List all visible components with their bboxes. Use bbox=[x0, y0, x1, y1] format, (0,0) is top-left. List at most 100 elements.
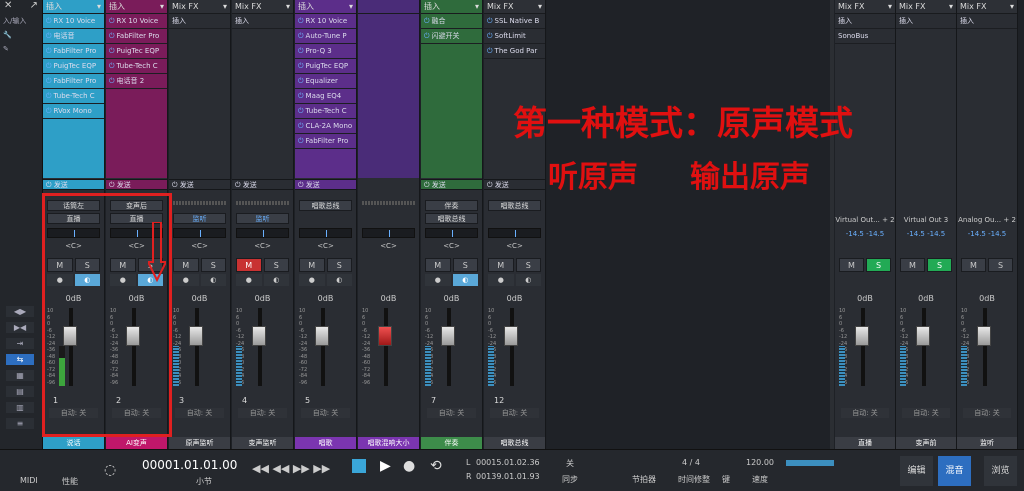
insert-slot[interactable]: 插入 bbox=[232, 14, 293, 29]
automation-button[interactable]: 自动: 关 bbox=[175, 408, 224, 418]
power-icon[interactable]: ⏻ bbox=[298, 122, 304, 131]
send-row[interactable]: ⏻ 发送 bbox=[106, 179, 167, 190]
channel-header[interactable]: 插入 ▾ bbox=[421, 0, 482, 14]
automation-button[interactable]: 自动: 关 bbox=[490, 408, 539, 418]
expand-icon[interactable]: ◀▶ bbox=[6, 306, 34, 317]
insert-slot[interactable]: ⏻ PuigTec EQP bbox=[295, 59, 356, 74]
pin-icon[interactable]: ↗ bbox=[30, 0, 38, 14]
power-icon[interactable]: ⏻ bbox=[46, 32, 52, 41]
power-icon[interactable]: ⏻ bbox=[46, 92, 52, 101]
fader[interactable]: 1060-6-12-24-36-48-60-72-84-96 bbox=[900, 308, 952, 386]
output-trim[interactable]: -14.5 -14.5 bbox=[835, 230, 895, 238]
channel-header[interactable]: 插入 ▾ bbox=[106, 0, 167, 14]
output-device[interactable]: Virtual Out... + 2 bbox=[835, 216, 895, 224]
power-icon[interactable]: ⏻ bbox=[487, 32, 493, 41]
insert-slot[interactable]: ⏻ FabFilter Pro bbox=[43, 74, 104, 89]
channel-name[interactable]: 唱歌混响大小 bbox=[358, 437, 419, 449]
chevron-down-icon[interactable]: ▾ bbox=[97, 2, 101, 11]
volume-readout[interactable]: 0dB bbox=[295, 294, 356, 303]
output-device[interactable]: Analog Ou... + 2 bbox=[957, 216, 1017, 224]
edit-tab[interactable]: 编辑 bbox=[900, 456, 933, 486]
send-row[interactable]: ⏻ 发送 bbox=[169, 179, 230, 190]
insert-slot[interactable]: ⏻ Tube-Tech C bbox=[106, 59, 167, 74]
insert-slot[interactable]: ⏻ RX 10 Voice bbox=[106, 14, 167, 29]
solo-button[interactable]: S bbox=[866, 258, 891, 272]
power-icon[interactable]: ⏻ bbox=[298, 107, 304, 116]
mute-button[interactable]: M bbox=[839, 258, 864, 272]
insert-slot[interactable]: 插入 bbox=[957, 14, 1017, 29]
insert-slot[interactable]: ⏻ Tube-Tech C bbox=[295, 104, 356, 119]
loop-icon[interactable]: ⟲ bbox=[430, 458, 442, 474]
insert-slot[interactable]: ⏻ The God Par bbox=[484, 44, 545, 59]
send-row[interactable]: ⏻ 发送 bbox=[484, 179, 545, 190]
power-icon[interactable]: ⏻ bbox=[298, 137, 304, 146]
chevron-down-icon[interactable]: ▾ bbox=[475, 2, 479, 11]
close-icon[interactable]: ✕ bbox=[4, 0, 12, 14]
record-arm-icon[interactable]: ● bbox=[425, 274, 451, 286]
pan-knob[interactable] bbox=[488, 228, 541, 238]
solo-button[interactable]: S bbox=[452, 258, 478, 272]
record-button[interactable]: ● bbox=[403, 458, 415, 474]
volume-readout[interactable]: 0dB bbox=[835, 294, 895, 303]
volume-readout[interactable]: 0dB bbox=[957, 294, 1017, 303]
insert-slot[interactable]: 插入 bbox=[835, 14, 895, 29]
fader[interactable]: 1060-6-12-24-36-48-60-72-84-96 bbox=[488, 308, 541, 386]
pan-knob[interactable] bbox=[425, 228, 478, 238]
insert-slot[interactable]: ⏻ FabFilter Pro bbox=[295, 134, 356, 149]
fader[interactable]: 1060-6-12-24-36-48-60-72-84-96 bbox=[425, 308, 478, 386]
fader-cap[interactable] bbox=[252, 326, 266, 346]
automation-button[interactable]: 自动: 关 bbox=[902, 408, 950, 418]
power-icon[interactable]: ⏻ bbox=[109, 32, 115, 41]
fader-cap[interactable] bbox=[315, 326, 329, 346]
output-header[interactable]: Mix FX ▾ bbox=[835, 0, 895, 14]
power-icon[interactable]: ⏻ bbox=[46, 17, 52, 26]
fader-cap[interactable] bbox=[855, 326, 869, 346]
output-selector[interactable]: 监听 bbox=[173, 213, 226, 224]
power-icon[interactable]: ⏻ bbox=[424, 32, 430, 41]
send-row[interactable]: ⏻ 发送 bbox=[295, 179, 356, 190]
power-icon[interactable]: ⏻ bbox=[487, 17, 493, 26]
insert-slot[interactable]: ⏻ 闪避开关 bbox=[421, 29, 482, 44]
output-selector[interactable]: 监听 bbox=[236, 213, 289, 224]
insert-slot[interactable]: ⏻ 电话音 2 bbox=[106, 74, 167, 89]
power-icon[interactable]: ⏻ bbox=[424, 17, 430, 26]
mute-button[interactable]: M bbox=[961, 258, 986, 272]
volume-readout[interactable]: 0dB bbox=[232, 294, 293, 303]
insert-slot[interactable]: ⏻ FabFilter Pro bbox=[43, 44, 104, 59]
output-header[interactable]: Mix FX ▾ bbox=[896, 0, 956, 14]
insert-slot[interactable]: ⏻ FabFilter Pro bbox=[106, 29, 167, 44]
mix-tab[interactable]: 混音 bbox=[938, 456, 971, 486]
channel-name[interactable]: 变声监听 bbox=[232, 437, 293, 449]
fader-cap[interactable] bbox=[504, 326, 518, 346]
output-device[interactable]: Virtual Out 3 bbox=[896, 216, 956, 224]
play-button[interactable]: ▶ bbox=[380, 458, 391, 474]
routing-icon[interactable]: ⇆ bbox=[6, 354, 34, 365]
fader-cap[interactable] bbox=[378, 326, 392, 346]
sync-value[interactable]: 关 bbox=[566, 458, 574, 469]
insert-slot[interactable]: ⏻ 电话音 bbox=[43, 29, 104, 44]
solo-button[interactable]: S bbox=[263, 258, 289, 272]
chevron-down-icon[interactable]: ▾ bbox=[538, 2, 542, 11]
fader[interactable]: 1060-6-12-24-36-48-60-72-84-96 bbox=[839, 308, 891, 386]
solo-button[interactable]: S bbox=[515, 258, 541, 272]
insert-slot[interactable]: SonoBus bbox=[835, 29, 895, 44]
insert-slot[interactable]: ⏻ Auto-Tune P bbox=[295, 29, 356, 44]
solo-button[interactable]: S bbox=[927, 258, 952, 272]
power-icon[interactable]: ⏻ bbox=[109, 62, 115, 71]
fader[interactable]: 1060-6-12-24-36-48-60-72-84-96 bbox=[236, 308, 289, 386]
output-name[interactable]: 监听 bbox=[957, 437, 1017, 449]
mute-button[interactable]: M bbox=[900, 258, 925, 272]
fader[interactable]: 1060-6-12-24-36-48-60-72-84-96 bbox=[299, 308, 352, 386]
chevron-down-icon[interactable]: ▾ bbox=[223, 2, 227, 11]
insert-slot[interactable]: 插入 bbox=[896, 14, 956, 29]
record-arm-icon[interactable]: ● bbox=[173, 274, 199, 286]
fader-cap[interactable] bbox=[189, 326, 203, 346]
fader[interactable]: 1060-6-12-24-36-48-60-72-84-96 bbox=[961, 308, 1013, 386]
channel-name[interactable]: 唱歌 bbox=[295, 437, 356, 449]
channel-header[interactable]: Mix FX ▾ bbox=[169, 0, 230, 14]
mute-button[interactable]: M bbox=[488, 258, 514, 272]
insert-slot[interactable]: ⏻ Maag EQ4 bbox=[295, 89, 356, 104]
output-name[interactable]: 变声前 bbox=[896, 437, 956, 449]
chevron-down-icon[interactable]: ▾ bbox=[286, 2, 290, 11]
chevron-down-icon[interactable]: ▾ bbox=[1010, 2, 1014, 11]
